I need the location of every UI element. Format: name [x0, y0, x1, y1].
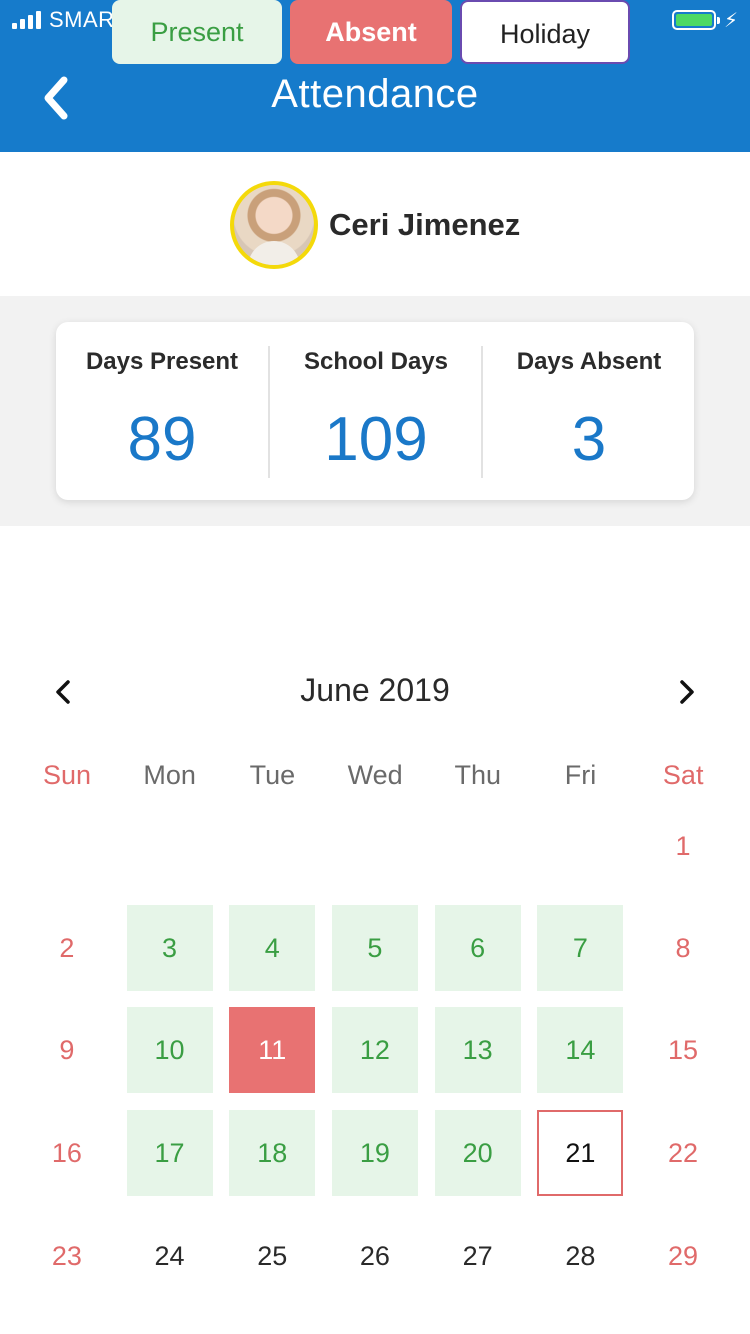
weekday-mon: Mon	[143, 760, 196, 790]
stats-section: Days Present 89 School Days 109 Days Abs…	[0, 296, 750, 526]
stat-value: 3	[571, 405, 607, 474]
stat-days-present: Days Present 89	[56, 322, 268, 500]
stat-label: Days Present	[85, 348, 239, 375]
weekday-wed: Wed	[347, 760, 403, 790]
weekday-sat: Sat	[662, 760, 704, 790]
battery-icon	[672, 10, 720, 30]
calendar-day-2[interactable]: 2	[24, 905, 110, 991]
stat-days-absent: Days Absent 3	[483, 322, 695, 500]
stat-value: 109	[324, 405, 428, 474]
stat-label: Days Absent	[516, 348, 662, 375]
calendar-day-19[interactable]: 19	[331, 1110, 418, 1196]
battery-level	[676, 14, 712, 26]
stats-card: Days Present 89 School Days 109 Days Abs…	[56, 322, 694, 500]
student-name: Ceri Jimenez	[329, 207, 521, 242]
calendar-day-14[interactable]: 14	[537, 1007, 624, 1093]
calendar-day-3[interactable]: 3	[126, 905, 213, 991]
calendar-day-7[interactable]: 7	[537, 905, 624, 991]
calendar-day-28[interactable]: 28	[537, 1213, 623, 1299]
weekday-tue: Tue	[249, 760, 296, 790]
calendar-day-29[interactable]: 29	[640, 1213, 726, 1299]
calendar-day-12[interactable]: 12	[331, 1007, 418, 1093]
calendar-day-6[interactable]: 6	[434, 905, 521, 991]
avatar[interactable]	[230, 181, 318, 269]
calendar-day-1[interactable]: 1	[640, 803, 726, 889]
calendar-day-5[interactable]: 5	[331, 905, 418, 991]
weekday-fri: Fri	[564, 760, 597, 790]
calendar-day-18[interactable]: 18	[229, 1110, 316, 1196]
avatar-shirt	[248, 241, 300, 265]
page-title: Attendance	[271, 72, 479, 116]
charging-icon: ⚡	[723, 10, 738, 32]
calendar-day-24[interactable]: 24	[127, 1213, 213, 1299]
calendar-day-10[interactable]: 10	[126, 1007, 213, 1093]
calendar-day-27[interactable]: 27	[435, 1213, 521, 1299]
calendar-day-8[interactable]: 8	[640, 905, 726, 991]
chevron-right-icon	[680, 680, 694, 704]
calendar-day-23[interactable]: 23	[24, 1213, 110, 1299]
calendar-day-17[interactable]: 17	[126, 1110, 213, 1196]
student-profile: Ceri Jimenez	[0, 152, 750, 298]
calendar-day-21[interactable]: 21	[537, 1110, 624, 1196]
calendar-day-9[interactable]: 9	[24, 1007, 110, 1093]
calendar-day-15[interactable]: 15	[640, 1007, 726, 1093]
legend-present[interactable]: Present	[112, 0, 282, 64]
month-label: June 2019	[300, 672, 450, 708]
weekday-thu: Thu	[454, 760, 502, 790]
calendar-day-22[interactable]: 22	[640, 1110, 726, 1196]
battery-nub	[717, 17, 720, 24]
calendar-day-13[interactable]: 13	[434, 1007, 521, 1093]
calendar-day-16[interactable]: 16	[24, 1110, 110, 1196]
next-month-button[interactable]	[666, 674, 706, 710]
calendar-day-25[interactable]: 25	[229, 1213, 315, 1299]
weekday-sun: Sun	[42, 760, 92, 790]
stat-school-days: School Days 109	[270, 322, 482, 500]
legend-absent[interactable]: Absent	[290, 0, 452, 64]
calendar-day-26[interactable]: 26	[332, 1213, 418, 1299]
legend-holiday[interactable]: Holiday	[460, 0, 630, 64]
stat-label: School Days	[303, 348, 449, 375]
calendar-day-11[interactable]: 11	[229, 1007, 316, 1093]
calendar-day-20[interactable]: 20	[434, 1110, 521, 1196]
stat-value: 89	[127, 405, 197, 474]
calendar-day-4[interactable]: 4	[229, 905, 316, 991]
